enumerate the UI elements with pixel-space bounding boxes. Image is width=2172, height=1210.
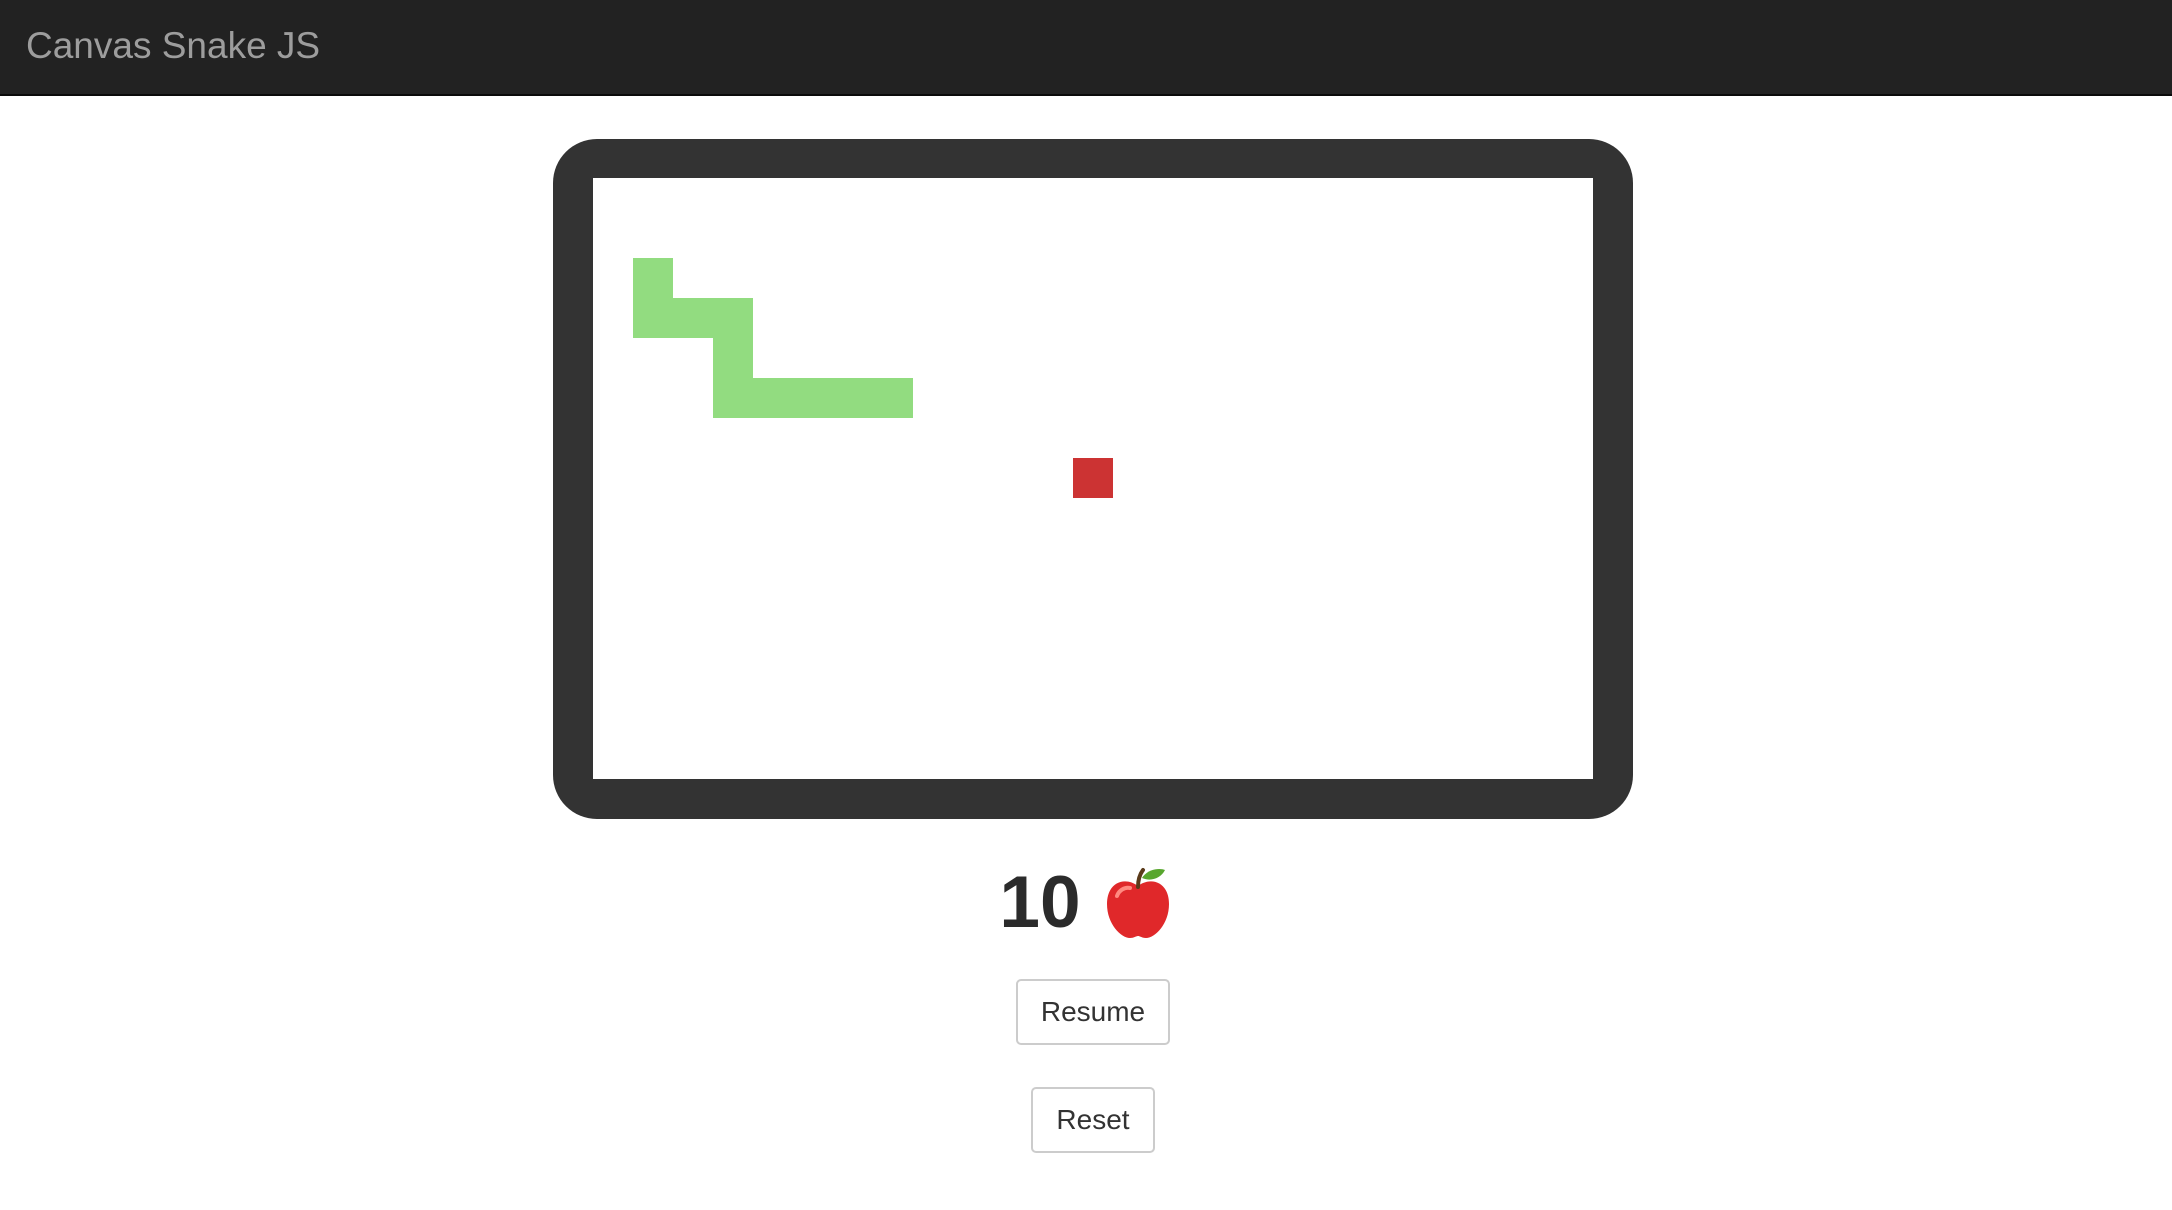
snake-segment [713, 378, 753, 418]
snake-segment [753, 378, 793, 418]
score-value: 10 [999, 862, 1081, 943]
food-item [1073, 458, 1113, 498]
navbar: Canvas Snake JS [0, 0, 2172, 96]
reset-button[interactable]: Reset [1031, 1087, 1155, 1153]
snake-segment [673, 298, 713, 338]
food [1073, 458, 1113, 498]
game-board[interactable] [593, 178, 1593, 779]
snake-segment [793, 378, 833, 418]
app-brand[interactable]: Canvas Snake JS [26, 22, 320, 70]
score-display: 10 [0, 855, 2172, 951]
snake-segment [633, 298, 673, 338]
snake-segment [633, 258, 673, 298]
snake-segment [833, 378, 873, 418]
snake-head [873, 378, 913, 418]
resume-button[interactable]: Resume [1016, 979, 1170, 1045]
snake-segment [713, 298, 753, 338]
snake-segment [713, 338, 753, 378]
apple-icon [1106, 868, 1169, 938]
